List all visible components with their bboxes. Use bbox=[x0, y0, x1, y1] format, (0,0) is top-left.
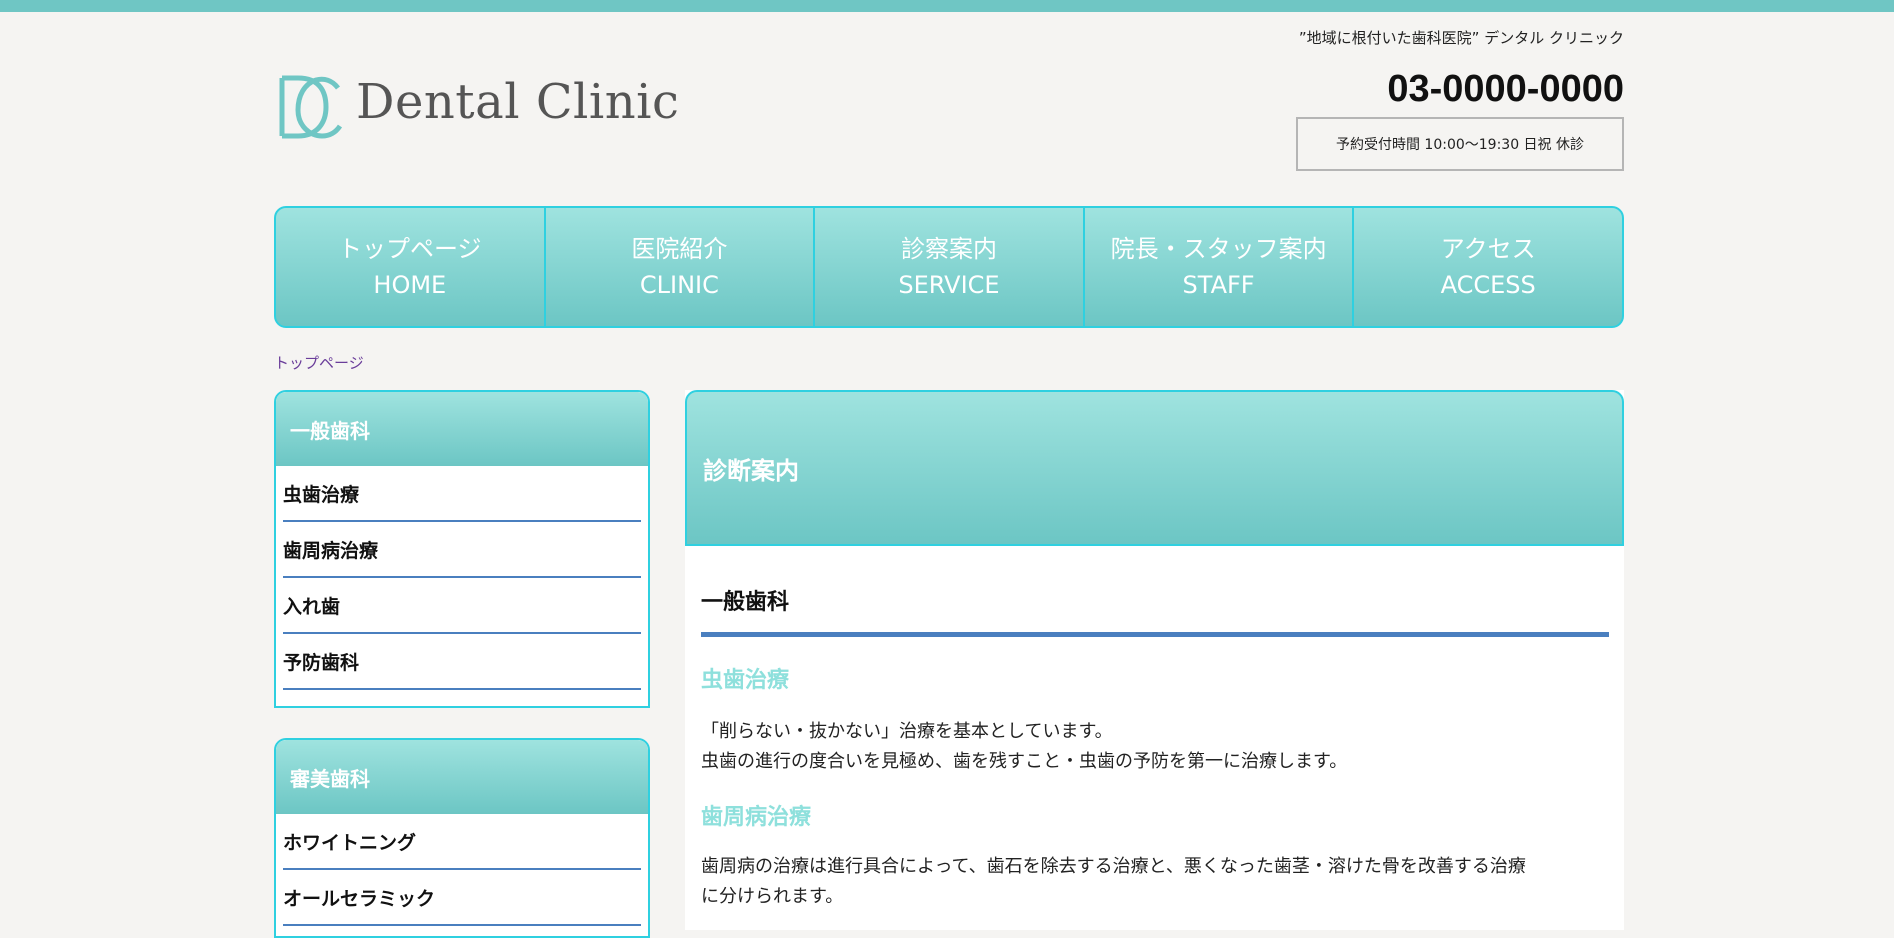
subsection-text: 歯周病の治療は進行具合によって、歯石を除去する治療と、悪くなった歯茎・溶けた骨を… bbox=[701, 852, 1611, 912]
text-line: 虫歯の進行の度合いを見極め、歯を残すこと・虫歯の予防を第一に治療します。 bbox=[701, 751, 1348, 772]
page-title: 診断案内 bbox=[685, 390, 1624, 546]
nav-item-staff[interactable]: 院長・スタッフ案内 STAFF bbox=[1082, 208, 1353, 326]
sidebar-menu: 虫歯治療 歯周病治療 入れ歯 予防歯科 bbox=[276, 466, 648, 706]
sidebar-item-periodontal[interactable]: 歯周病治療 bbox=[283, 522, 641, 578]
subsection-text: 「削らない・抜かない」治療を基本としています。 虫歯の進行の度合いを見極め、歯を… bbox=[701, 717, 1611, 777]
sidebar-item-whitening[interactable]: ホワイトニング bbox=[283, 814, 641, 870]
text-line: に分けられます。 bbox=[701, 886, 844, 907]
nav-item-access[interactable]: アクセス ACCESS bbox=[1352, 208, 1622, 326]
nav-item-home[interactable]: トップページ HOME bbox=[276, 208, 544, 326]
nav-item-clinic[interactable]: 医院紹介 CLINIC bbox=[543, 208, 814, 326]
nav-label-en: ACCESS bbox=[1440, 271, 1536, 299]
text-line: 歯周病の治療は進行具合によって、歯石を除去する治療と、悪くなった歯茎・溶けた骨を… bbox=[701, 856, 1526, 877]
sidebar-box-title: 審美歯科 bbox=[276, 740, 648, 814]
sidebar-menu: ホワイトニング オールセラミック bbox=[276, 814, 648, 936]
subsection-title: 虫歯治療 bbox=[701, 668, 790, 693]
subsection-title: 歯周病治療 bbox=[701, 805, 812, 830]
global-nav: トップページ HOME 医院紹介 CLINIC 診察案内 SERVICE 院長・… bbox=[274, 206, 1624, 328]
breadcrumb-home-link[interactable]: トップページ bbox=[274, 352, 364, 373]
sidebar-item-dentures[interactable]: 入れ歯 bbox=[283, 578, 641, 634]
dc-logo-icon bbox=[279, 75, 342, 139]
nav-label-jp: 院長・スタッフ案内 bbox=[1110, 235, 1327, 263]
section-title: 一般歯科 bbox=[701, 590, 790, 615]
nav-label-jp: 医院紹介 bbox=[631, 235, 728, 263]
nav-label-jp: トップページ bbox=[338, 235, 482, 263]
clinic-logo[interactable]: Dental Clinic bbox=[276, 72, 679, 142]
nav-label-jp: 診察案内 bbox=[900, 235, 997, 263]
page-container: ”地域に根付いた歯科医院” デンタル クリニック Dental Clinic 0… bbox=[274, 0, 1624, 938]
sidebar-box-cosmetic: 審美歯科 ホワイトニング オールセラミック bbox=[274, 738, 650, 938]
sidebar-box-title: 一般歯科 bbox=[276, 392, 648, 466]
reception-hours-text: 予約受付時間 10:00～19:30 日祝 休診 bbox=[1335, 137, 1585, 153]
nav-label-jp: アクセス bbox=[1440, 235, 1536, 263]
sidebar-box-general: 一般歯科 虫歯治療 歯周病治療 入れ歯 予防歯科 bbox=[274, 390, 650, 708]
logo-wordmark: Dental Clinic bbox=[356, 74, 680, 130]
section-divider bbox=[701, 632, 1609, 637]
phone-number: 03-0000-0000 bbox=[1387, 68, 1624, 110]
reception-hours-box: 予約受付時間 10:00～19:30 日祝 休診 bbox=[1296, 117, 1624, 171]
nav-item-service[interactable]: 診察案内 SERVICE bbox=[813, 208, 1083, 326]
site-tagline: ”地域に根付いた歯科医院” デンタル クリニック bbox=[1298, 29, 1624, 47]
nav-label-en: SERVICE bbox=[898, 271, 1000, 299]
text-line: 「削らない・抜かない」治療を基本としています。 bbox=[701, 721, 1113, 742]
nav-label-en: CLINIC bbox=[639, 271, 719, 299]
main-content: 診断案内 一般歯科 虫歯治療 「削らない・抜かない」治療を基本としています。 虫… bbox=[685, 390, 1624, 930]
sidebar-item-preventive[interactable]: 予防歯科 bbox=[283, 634, 641, 690]
sidebar-item-cavity[interactable]: 虫歯治療 bbox=[283, 466, 641, 522]
nav-label-en: HOME bbox=[373, 271, 447, 299]
sidebar-item-all-ceramic[interactable]: オールセラミック bbox=[283, 870, 641, 926]
nav-label-en: STAFF bbox=[1182, 271, 1255, 299]
